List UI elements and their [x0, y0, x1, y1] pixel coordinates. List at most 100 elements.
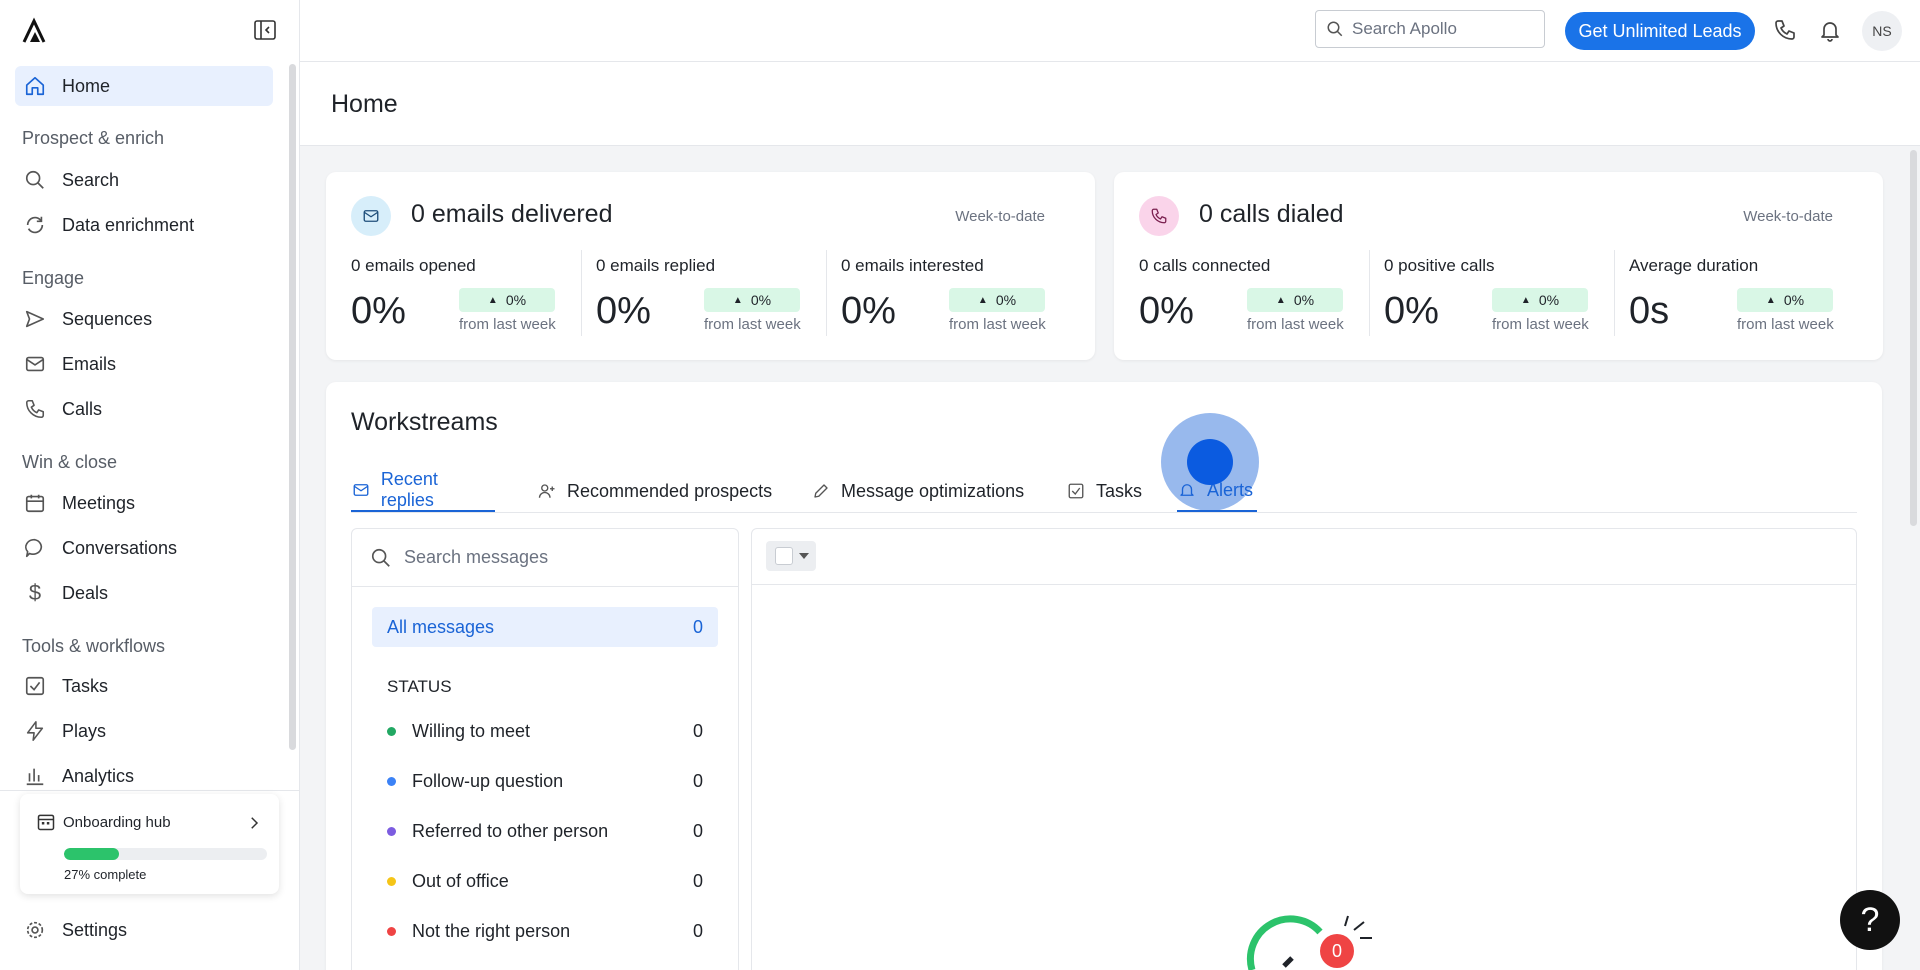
main-scrollbar[interactable]: [1910, 150, 1917, 526]
sidebar-item-conversations[interactable]: Conversations: [15, 528, 273, 568]
send-icon: [15, 299, 55, 339]
status-willing-to-meet[interactable]: Willing to meet 0: [387, 718, 703, 744]
global-search[interactable]: [1315, 10, 1545, 48]
sidebar-item-data-enrichment[interactable]: Data enrichment: [15, 205, 273, 245]
metric-value: 0%: [596, 290, 651, 332]
change-badge: ▲ 0%: [1737, 288, 1833, 312]
sidebar-item-plays[interactable]: Plays: [15, 711, 273, 751]
mail-icon: [351, 480, 371, 500]
metric-label: 0 emails opened: [351, 256, 476, 275]
bulk-select-dropdown[interactable]: [766, 541, 816, 571]
metric-sub: from last week: [704, 316, 801, 333]
sidebar-item-label: Calls: [62, 398, 103, 419]
sidebar-item-label: Home: [62, 75, 111, 96]
status-not-right-person[interactable]: Not the right person 0: [387, 918, 703, 944]
metric-label: 0 emails replied: [596, 256, 716, 275]
status-out-of-office[interactable]: Out of office 0: [387, 868, 703, 894]
tab-label: Recent replies: [380, 469, 438, 510]
mail-icon: [351, 196, 391, 236]
metric-value: 0%: [1139, 290, 1194, 332]
change-value: 0%: [505, 292, 527, 308]
message-search[interactable]: [352, 529, 738, 587]
calendar-check-icon: [37, 814, 55, 831]
sidebar-item-tasks[interactable]: Tasks: [15, 666, 273, 706]
status-referred[interactable]: Referred to other person 0: [387, 818, 703, 844]
checkbox-icon: [15, 666, 55, 706]
phone-icon[interactable]: [1773, 18, 1797, 42]
collapse-sidebar-icon[interactable]: [253, 18, 277, 42]
status-label: Follow-up question: [412, 770, 564, 791]
all-messages-filter[interactable]: All messages 0: [372, 607, 718, 647]
metric-emails-replied: 0 emails replied 0% ▲ 0% from last week: [596, 252, 841, 342]
emails-delivered-card: 0 emails delivered Week-to-date 0 emails…: [326, 172, 1095, 360]
change-value: 0%: [1293, 292, 1315, 308]
tab-recommended-prospects[interactable]: Recommended prospects: [537, 470, 772, 512]
chat-bubble-icon: [15, 528, 55, 568]
calls-dialed-card: 0 calls dialed Week-to-date 0 calls conn…: [1114, 172, 1883, 360]
sidebar-item-calls[interactable]: Calls: [15, 389, 273, 429]
user-plus-icon: [537, 481, 557, 501]
arrow-up-icon: ▲: [732, 294, 743, 306]
tab-label: Message optimizations: [841, 480, 1025, 501]
select-all-checkbox[interactable]: [775, 547, 793, 565]
workstreams-panel: Workstreams Recent replies Recommended p…: [326, 382, 1882, 970]
change-value: 0%: [995, 292, 1017, 308]
status-label: Willing to meet: [412, 720, 531, 741]
sidebar-item-sequences[interactable]: Sequences: [15, 299, 273, 339]
section-prospect-enrich: Prospect & enrich: [22, 128, 165, 148]
status-dot: [387, 876, 396, 886]
notification-count-badge: 0: [1320, 934, 1354, 968]
arrow-up-icon: ▲: [1275, 294, 1286, 306]
metric-sub: from last week: [1492, 316, 1589, 333]
change-badge: ▲ 0%: [704, 288, 800, 312]
metric-emails-opened: 0 emails opened 0% ▲ 0% from last week: [351, 252, 596, 342]
messages-list-panel: [751, 528, 1857, 970]
onboarding-hub-card[interactable]: Onboarding hub 27% complete: [20, 794, 279, 894]
onboarding-progress-label: 27% complete: [64, 867, 147, 882]
emails-delivered-title: 0 emails delivered: [411, 200, 613, 228]
workstreams-title: Workstreams: [351, 408, 498, 436]
metric-label: 0 positive calls: [1384, 256, 1495, 275]
message-search-input[interactable]: [404, 547, 704, 568]
sidebar: Home Prospect & enrich Search Data enric…: [0, 0, 300, 970]
bell-icon[interactable]: [1818, 18, 1842, 42]
tabs-divider: [351, 512, 1857, 513]
sidebar-divider: [0, 790, 300, 791]
sidebar-item-deals[interactable]: $ Deals: [15, 573, 273, 613]
sidebar-item-label: Emails: [62, 353, 117, 374]
apollo-logo-icon[interactable]: [20, 16, 50, 46]
sidebar-item-home[interactable]: Home: [15, 66, 273, 106]
messages-filter-panel: All messages 0 STATUS Willing to meet 0 …: [351, 528, 739, 970]
chevron-right-icon[interactable]: [245, 814, 263, 832]
global-search-input[interactable]: [1352, 19, 1532, 39]
metric-calls-connected: 0 calls connected 0% ▲ 0% from last week: [1139, 252, 1384, 342]
status-follow-up-question[interactable]: Follow-up question 0: [387, 768, 703, 794]
get-unlimited-leads-button[interactable]: Get Unlimited Leads: [1565, 12, 1755, 50]
sidebar-scrollbar[interactable]: [289, 64, 296, 750]
user-avatar[interactable]: NS: [1862, 11, 1902, 51]
status-dot: [387, 726, 396, 736]
metric-divider: [1369, 250, 1370, 336]
gear-icon: [15, 910, 55, 950]
sidebar-item-meetings[interactable]: Meetings: [15, 483, 273, 523]
help-button[interactable]: ?: [1840, 890, 1900, 950]
tab-message-optimizations[interactable]: Message optimizations: [811, 470, 1024, 512]
sidebar-item-settings[interactable]: Settings: [15, 910, 273, 950]
metric-value: 0%: [841, 290, 896, 332]
sidebar-item-emails[interactable]: Emails: [15, 344, 273, 384]
page-title: Home: [331, 90, 398, 118]
change-value: 0%: [1538, 292, 1560, 308]
sidebar-item-label: Meetings: [62, 492, 136, 513]
checkbox-icon: [1066, 481, 1086, 501]
phone-icon: [15, 389, 55, 429]
filter-count: 0: [692, 616, 703, 637]
metric-label: 0 calls connected: [1139, 256, 1271, 275]
status-dot: [387, 826, 396, 836]
tab-recent-replies[interactable]: Recent replies: [351, 469, 495, 512]
section-tools-workflows: Tools & workflows: [22, 636, 166, 656]
tab-tasks[interactable]: Tasks: [1066, 470, 1142, 512]
change-value: 0%: [1783, 292, 1805, 308]
metric-sub: from last week: [1737, 316, 1834, 333]
sidebar-item-search[interactable]: Search: [15, 160, 273, 200]
search-icon: [15, 160, 55, 200]
